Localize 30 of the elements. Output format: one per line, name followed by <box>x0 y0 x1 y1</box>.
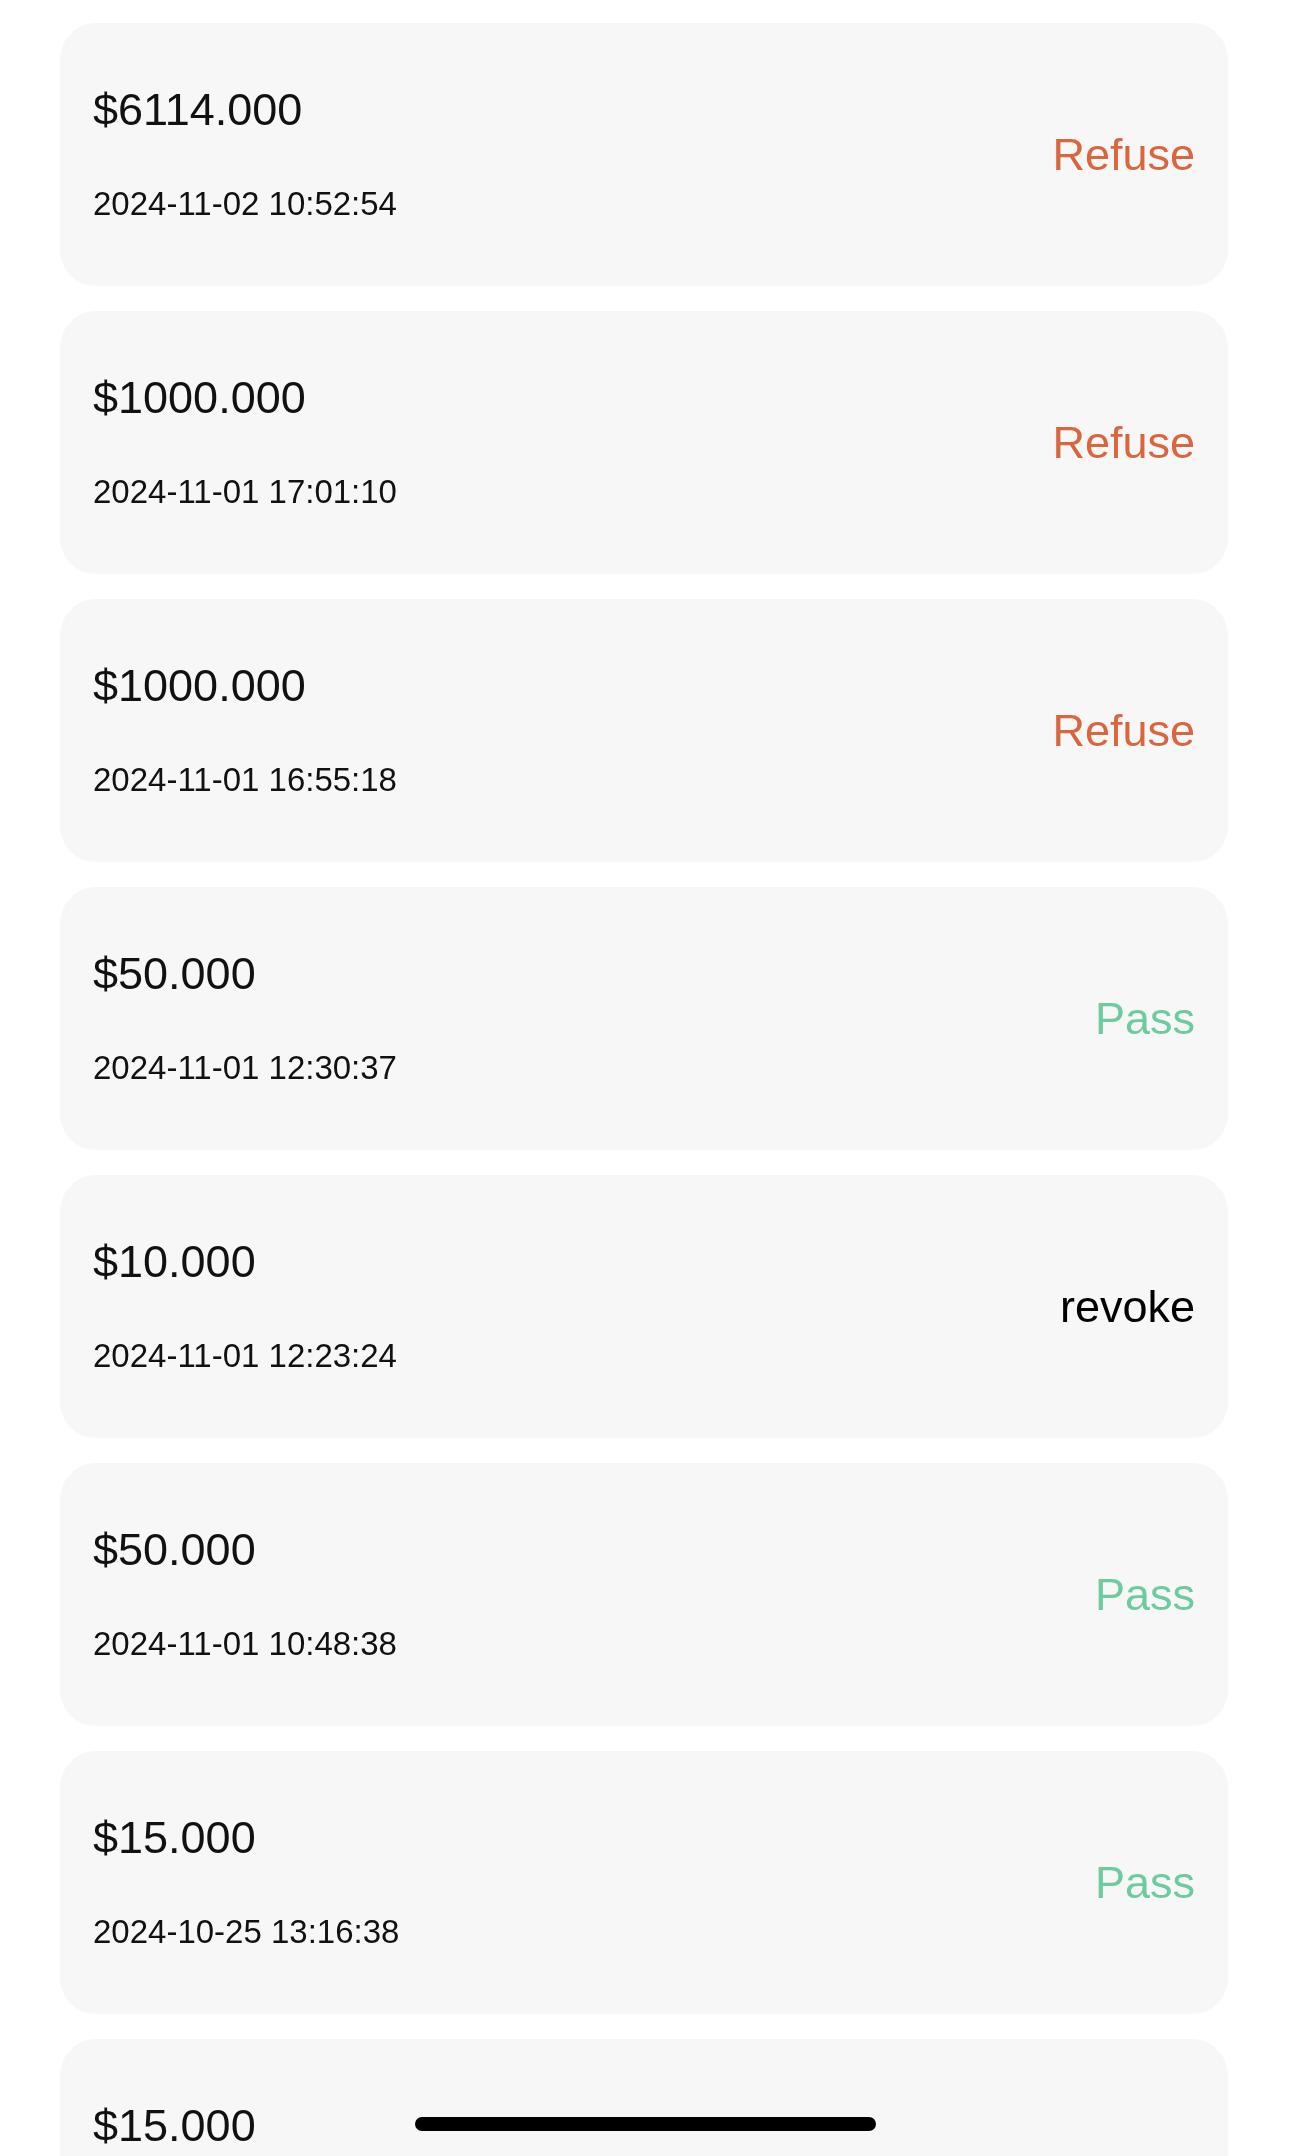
amount: $50.000 <box>93 1525 257 1575</box>
status-label: Pass <box>1094 1569 1195 1620</box>
record-card[interactable]: $6114.000 2024-11-02 10:52:54 Refuse <box>60 23 1228 286</box>
status-label: revoke <box>1059 1281 1195 1332</box>
status-label: Pass <box>1094 1857 1195 1908</box>
record-card[interactable]: $50.000 2024-11-01 10:48:38 Pass <box>60 1463 1228 1726</box>
record-card[interactable]: $1000.000 2024-11-01 16:55:18 Refuse <box>60 599 1228 862</box>
record-card[interactable]: $15.000 2024-10-25 13:16:38 Pass <box>60 1751 1228 2014</box>
amount: $15.000 <box>93 1813 257 1863</box>
timestamp: 2024-11-01 12:30:37 <box>93 1048 397 1088</box>
record-card[interactable]: $50.000 2024-11-01 12:30:37 Pass <box>60 887 1228 1150</box>
timestamp: 2024-11-01 12:23:24 <box>93 1336 397 1376</box>
amount: $1000.000 <box>93 661 307 711</box>
timestamp: 2024-11-01 16:55:18 <box>93 760 397 800</box>
amount: $1000.000 <box>93 373 307 423</box>
status-label: Refuse <box>1052 129 1195 180</box>
record-card[interactable]: $1000.000 2024-11-01 17:01:10 Refuse <box>60 311 1228 574</box>
status-label: Pass <box>1094 993 1195 1044</box>
status-label: Refuse <box>1052 417 1195 468</box>
amount: $6114.000 <box>93 85 304 135</box>
timestamp: 2024-11-01 10:48:38 <box>93 1624 397 1664</box>
record-card[interactable]: $10.000 2024-11-01 12:23:24 revoke <box>60 1175 1228 1438</box>
amount: $50.000 <box>93 949 257 999</box>
timestamp: 2024-11-01 17:01:10 <box>93 472 397 512</box>
status-label: Refuse <box>1052 705 1195 756</box>
amount: $15.000 <box>93 2101 256 2151</box>
amount: $10.000 <box>93 1237 257 1287</box>
record-card[interactable]: $15.000 <box>60 2039 1228 2156</box>
timestamp: 2024-10-25 13:16:38 <box>93 1912 400 1952</box>
timestamp: 2024-11-02 10:52:54 <box>93 184 397 224</box>
